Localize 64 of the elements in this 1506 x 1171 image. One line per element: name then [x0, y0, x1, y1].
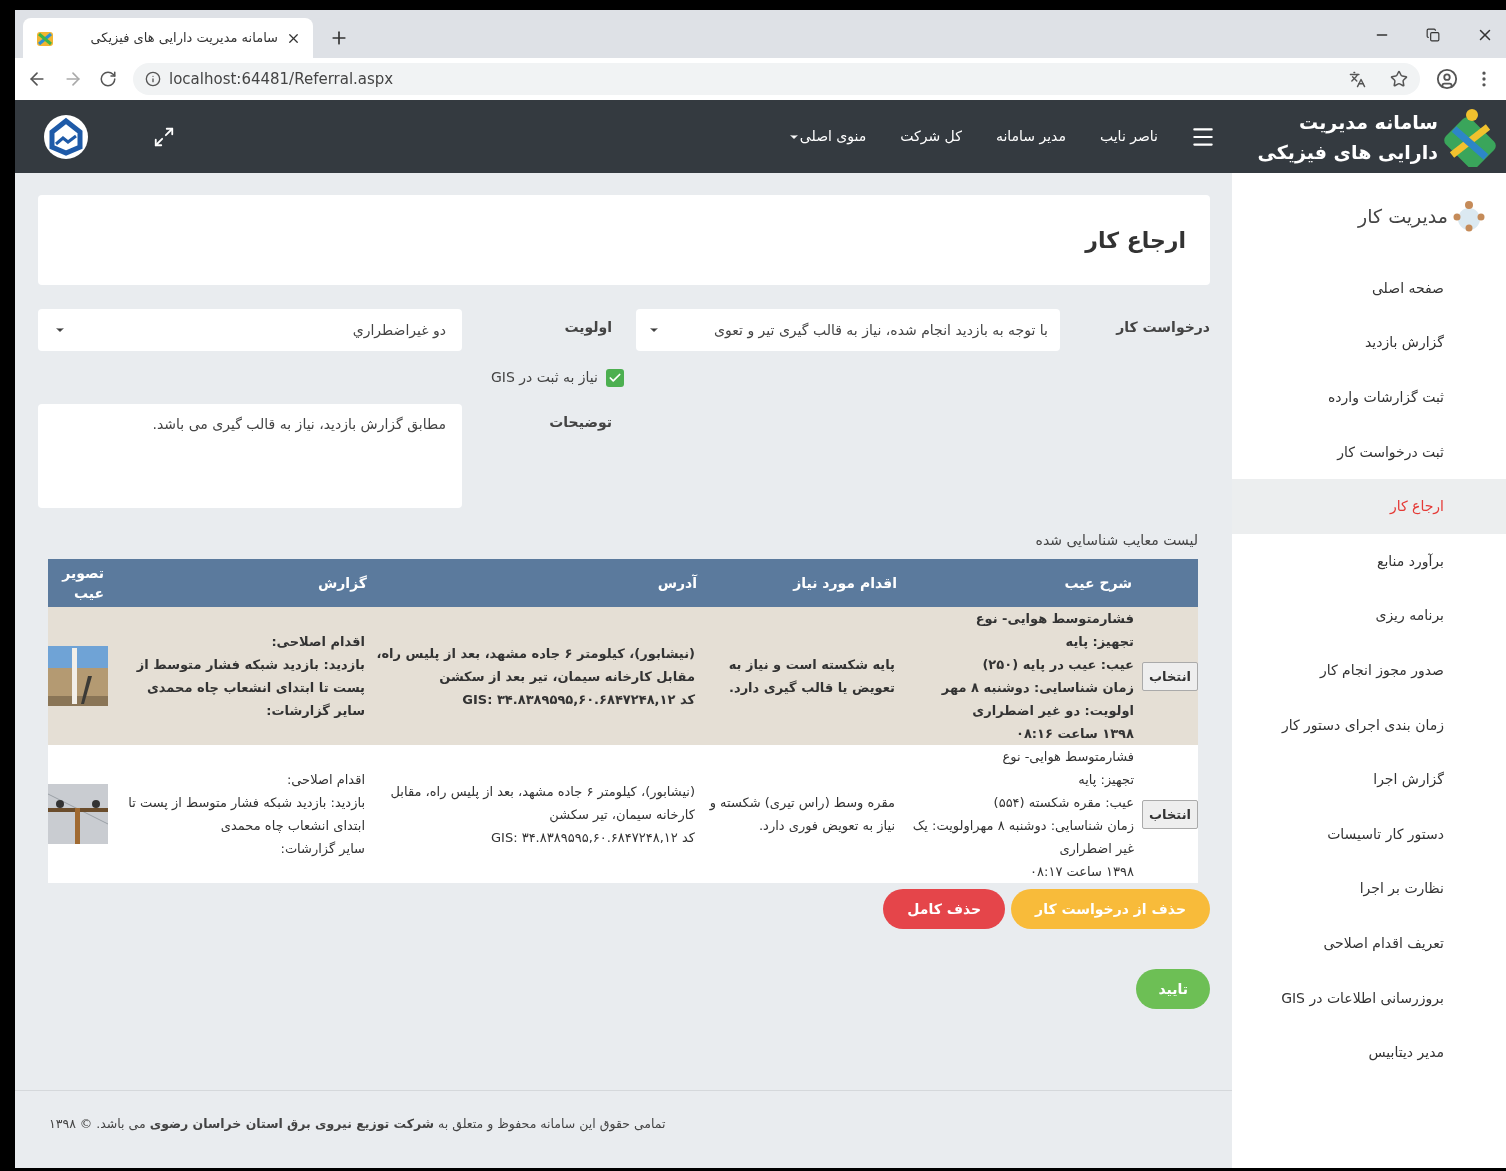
url-text: localhost:64481/Referral.aspx: [169, 68, 394, 90]
table-cell: فشارمتوسط هوایی- نوع تجهیز: پایه عیب: مقره شکسته (۵۵۴) زمان شناسایی: دوشنبه ۸ مهراولویت: یک غیر اضطراری ۱۳۹۸ ساعت ۰۸:۱۷: [901, 745, 1136, 883]
column-header: آدرس: [371, 559, 701, 607]
sidebar-item[interactable]: ثبت گزارشات وارده: [1232, 370, 1506, 425]
table-cell: مقره وسط (راس تیری) شکسته و نیاز به تعویض فوری دارد.: [701, 745, 901, 883]
sidebar-item[interactable]: زمان بندی اجرای دستور کار: [1232, 697, 1506, 753]
brand-title: دارایی های فیزیکی: [1257, 139, 1438, 166]
table-row[interactable]: [48, 607, 1198, 745]
sidebar-item[interactable]: گزارش اجرا: [1232, 752, 1506, 807]
star-icon[interactable]: [1390, 70, 1408, 88]
footer-text: تمامی حقوق این سامانه محفوظ و متعلق به شرکت توزیع نیروی برق استان خراسان رضوی می باشد. © ۱۳۹۸: [49, 1115, 667, 1134]
sidebar-item[interactable]: ثبت درخواست کار: [1232, 424, 1506, 480]
browser-tab[interactable]: سامانه مدیریت دارایی های فیزیکی: [23, 18, 313, 58]
field-label: توضیحات: [548, 413, 613, 433]
select-button[interactable]: انتخاب: [1142, 799, 1198, 829]
company-logo-icon: [43, 113, 89, 160]
nav-dropdown[interactable]: منوی اصلی: [787, 126, 867, 147]
nav-link[interactable]: کل شرکت: [900, 126, 962, 147]
table-title: لیست معایب شناسایی شده: [1034, 531, 1199, 550]
nav-link[interactable]: مدیر سامانه: [995, 126, 1066, 147]
gis-checkbox[interactable]: [606, 368, 624, 387]
nav-link[interactable]: ناصر نایب: [1099, 126, 1158, 147]
table-cell: اقدام اصلاحی: بازدید: بازدید شبکه فشار متوسط از پست تا ابتدای انشعاب چاه محمدی سایر گزارشات:: [108, 745, 371, 883]
sidebar-item[interactable]: برنامه ریزی: [1232, 588, 1506, 644]
table-row[interactable]: [48, 745, 1198, 883]
column-header: گزارش: [108, 559, 371, 607]
table-cell: پایه شکسته است و نیاز به تعویض یا قالب گیری دارد.: [701, 607, 901, 745]
tab-title: سامانه مدیریت دارایی های فیزیکی: [89, 29, 278, 48]
translate-icon[interactable]: [1349, 70, 1366, 88]
sidebar-item[interactable]: صفحه اصلی: [1232, 261, 1506, 316]
account-icon[interactable]: [1436, 68, 1458, 90]
sidebar-item[interactable]: گزارش بازدید: [1232, 315, 1506, 371]
reload-icon[interactable]: [99, 70, 117, 88]
sidebar-item[interactable]: دستور کار تاسیسات: [1232, 806, 1506, 862]
brand-title: سامانه مدیریت: [1298, 109, 1438, 136]
table-cell: (نیشابور)، کیلومتر ۶ جاده مشهد، بعد از پلیس راه، مقابل کارخانه سیمان، تیر سکشن کد GIS: ۳۴.۸۳۸۹۵۹۵,۶۰.۶۸۴۷۲۴۸,۱۲: [371, 745, 701, 883]
sidebar-item[interactable]: بروزرسانی اطلاعات در GIS: [1232, 970, 1506, 1026]
sidebar-heading: مدیریت کار: [1358, 203, 1448, 230]
field-label: درخواست کار: [1114, 318, 1210, 338]
sidebar-item[interactable]: صدور مجوز انجام کار: [1232, 643, 1506, 698]
page-title: ارجاع کار: [1085, 226, 1186, 255]
sidebar-item[interactable]: تعریف اقدام اصلاحی: [1232, 916, 1506, 971]
delete-button[interactable]: حذف کامل: [883, 889, 1006, 929]
column-header: شرح عیب: [901, 559, 1136, 607]
table-cell: (نیشابور)، کیلومتر ۶ جاده مشهد، بعد از پلیس راه، مقابل کارخانه سیمان، تیر بعد از سکشن کد GIS: ۳۴.۸۳۸۹۵۹۵,۶۰.۶۸۴۷۲۴۸,۱۲: [371, 607, 701, 745]
column-header: تصویر عیب: [48, 559, 108, 607]
work-request-select[interactable]: با توجه به بازدید انجام شده، نیاز به قالب گیری تیر و تعوی: [636, 309, 1060, 351]
table-cell: اقدام اصلاحی: بازدید: بازدید شبکه فشار متوسط از پست تا ابتدای انشعاب چاه محمدی سایر گزارشات:: [108, 607, 371, 745]
sidebar-item[interactable]: نظارت بر اجرا: [1232, 861, 1506, 917]
field-label: اولویت: [563, 318, 613, 338]
team-icon: [1452, 199, 1486, 233]
table-cell: فشارمتوسط هوایی- نوع تجهیز: پایه عیب: عیب در پایه (۲۵۰) زمان شناسایی: دوشنبه ۸ مهر اولویت: دو غیر اضطراری ۱۳۹۸ ساعت ۰۸:۱۶: [901, 607, 1136, 745]
priority-select[interactable]: دو غیراضطراري: [38, 309, 462, 351]
checkbox-label: نیاز به ثبت در GIS: [490, 368, 598, 388]
info-icon: [145, 71, 161, 87]
restore-icon[interactable]: [1426, 28, 1440, 42]
sidebar-item[interactable]: ارجاع کار: [1232, 479, 1506, 534]
column-header: اقدام مورد نیاز: [701, 559, 901, 607]
sidebar-item[interactable]: برآورد منابع: [1232, 533, 1506, 589]
sidebar-item[interactable]: مدیر دیتابیس: [1232, 1025, 1506, 1080]
address-field[interactable]: localhost:64481/Referral.aspx: [133, 63, 1420, 95]
select-button[interactable]: انتخاب: [1142, 661, 1198, 691]
notes-field[interactable]: مطابق گزارش بازدید، نیاز به قالب گیری می باشد.: [38, 404, 462, 508]
fullscreen-icon[interactable]: [153, 125, 175, 148]
